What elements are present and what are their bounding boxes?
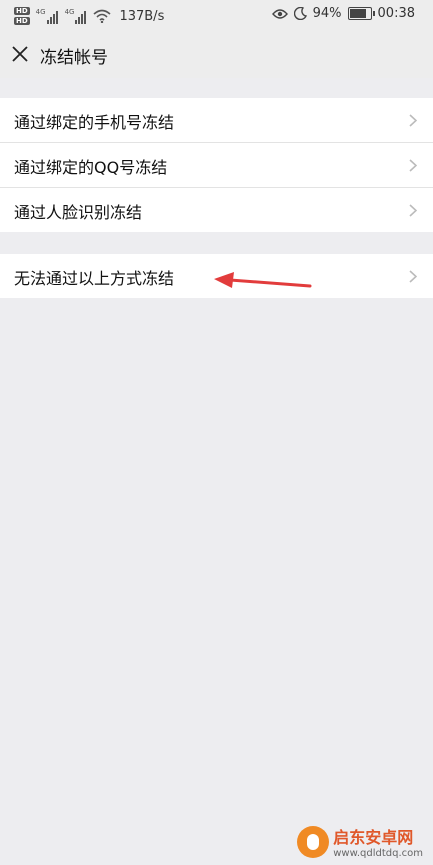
item-label: 通过人脸识别冻结 [14,203,143,222]
chevron-right-icon [409,159,417,172]
network-speed: 137B/s [119,8,165,24]
item-label: 无法通过以上方式冻结 [14,269,175,288]
hd-badge-1: HD [14,7,30,15]
hd-icon: HD HD [14,7,30,25]
item-label: 通过绑定的QQ号冻结 [14,158,168,177]
item-label: 通过绑定的手机号冻结 [14,113,175,132]
moon-icon [293,7,307,20]
wifi-icon [93,9,111,23]
battery-percent: 94% [312,6,342,21]
net-type-1: 4G [35,8,46,16]
chevron-right-icon [409,204,417,217]
title-bar: 冻结帐号 [0,30,433,78]
red-arrow-annotation [214,272,312,288]
freeze-options-list: 通过绑定的手机号冻结 通过绑定的QQ号冻结 通过人脸识别冻结 [0,98,433,232]
status-right: 94% 00:38 [271,6,415,21]
freeze-by-qq-item[interactable]: 通过绑定的QQ号冻结 [0,143,433,188]
freeze-by-phone-item[interactable]: 通过绑定的手机号冻结 [0,98,433,143]
watermark-logo-icon [297,825,330,858]
close-icon[interactable] [10,44,30,64]
watermark-name: 启东安卓网 [333,828,414,847]
status-left: HD HD 4G 4G 137B/s [14,5,164,27]
chevron-right-icon [409,270,417,283]
net-type-2: 4G [64,8,75,16]
chevron-right-icon [409,114,417,127]
status-bar: HD HD 4G 4G 137B/s 94% 00:38 [0,0,433,30]
battery-icon [347,7,375,20]
signal-icon-2: 4G [65,8,88,24]
clock: 00:38 [377,6,415,21]
freeze-by-face-item[interactable]: 通过人脸识别冻结 [0,188,433,232]
page-title: 冻结帐号 [40,48,108,68]
battery-fill [349,9,367,18]
watermark: 启东安卓网 www.qdldtdq.com [297,824,423,859]
hd-badge-2: HD [14,17,30,25]
eye-icon [271,8,288,19]
signal-icon: 4G [36,8,59,24]
watermark-url: www.qdldtdq.com [333,848,423,859]
